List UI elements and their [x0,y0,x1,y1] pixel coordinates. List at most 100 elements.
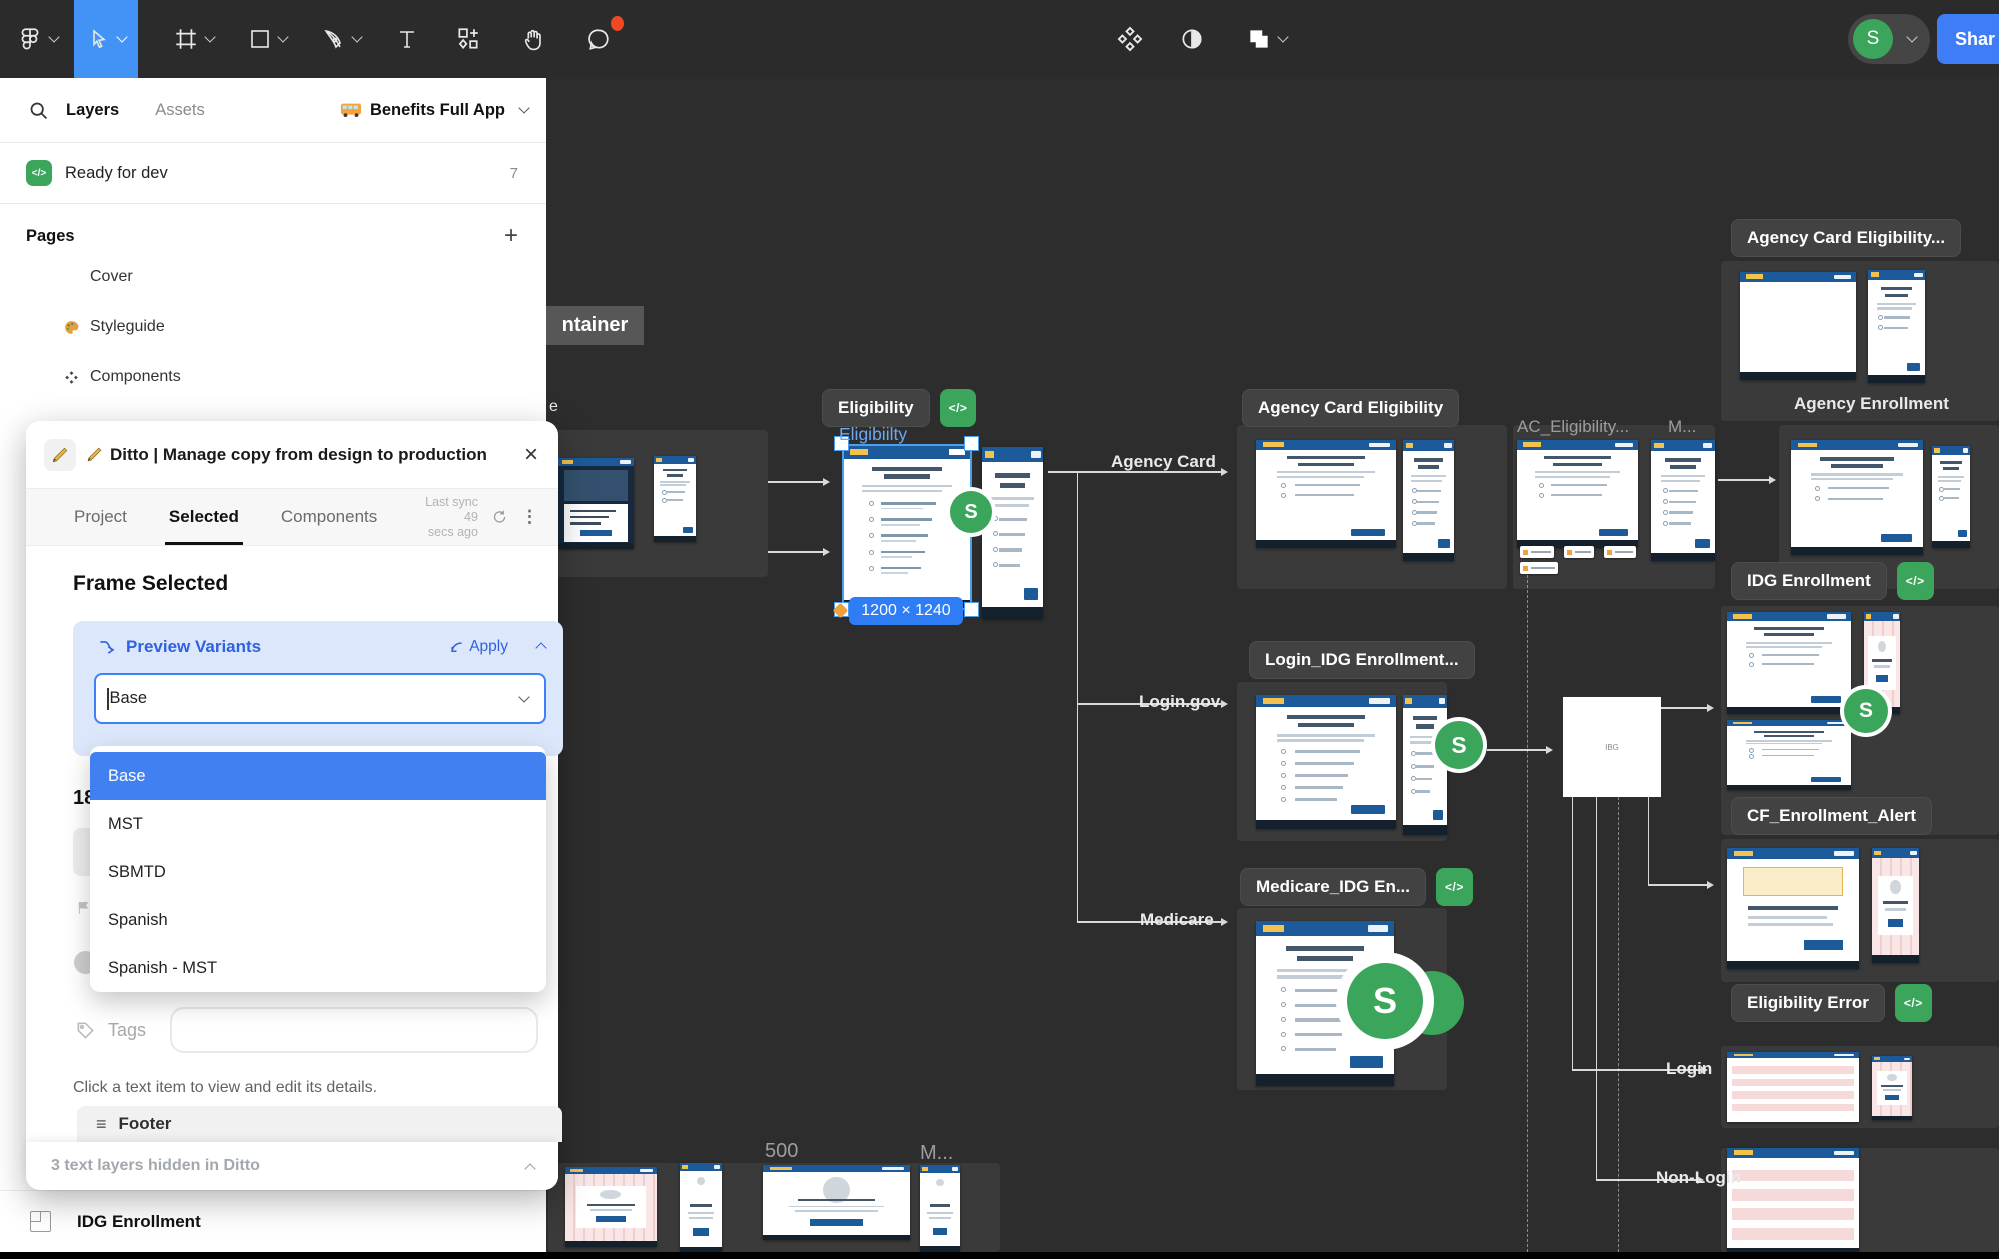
frame-label-tooltip[interactable]: Login_IDG Enrollment... [1249,641,1475,679]
dropdown-option-base[interactable]: Base [90,752,546,800]
frame-thumbnail-pinkv[interactable] [1872,1056,1912,1120]
tab-project[interactable]: Project [74,489,127,545]
mask-tool-button[interactable] [1164,0,1220,78]
frame-thumbnail-mobile[interactable] [1868,270,1925,383]
tab-assets[interactable]: Assets [155,101,205,120]
frame-thumbnail-error[interactable] [920,1165,960,1252]
comment-tool-button[interactable] [566,0,632,78]
frame-thumbnail-photo[interactable] [558,458,634,549]
figma-menu-button[interactable] [0,0,74,78]
text-tool-button[interactable] [378,0,436,78]
apply-button[interactable]: Apply [449,638,508,656]
tab-layers[interactable]: Layers [66,101,119,120]
tags-input[interactable] [170,1007,538,1053]
frame-tool-button[interactable] [156,0,230,78]
frame-thumbnail-radios[interactable] [1256,695,1396,829]
pen-tool-button[interactable] [304,0,378,78]
page-item-styleguide[interactable]: Styleguide [0,302,546,352]
project-name-menu[interactable]: Benefits Full App [340,101,528,120]
frame-thumbnail-error[interactable] [763,1165,910,1240]
page-item-components[interactable]: Components [0,352,546,402]
account-menu[interactable]: S [1848,14,1930,64]
canvas-label[interactable]: Agency Card [1111,452,1216,472]
frame-thumbnail-error[interactable] [680,1163,722,1253]
search-icon[interactable] [28,100,49,121]
selected-frame[interactable] [842,444,972,610]
component-tool-button[interactable] [1098,0,1162,78]
selection-handle[interactable] [964,602,979,617]
selected-frame-title[interactable]: Eligibiilty [839,424,907,445]
frame-thumbnail-desktop[interactable] [1727,720,1851,790]
actions-tool-button[interactable] [436,0,500,78]
close-icon[interactable]: × [524,443,538,467]
kebab-menu-icon[interactable]: ⋮ [521,507,538,527]
ready-for-dev-row[interactable]: </> Ready for dev 7 [0,143,546,204]
frame-label-tooltip[interactable]: Agency Card Eligibility [1242,389,1459,427]
dropdown-option-sbmtd[interactable]: SBMTD [90,848,546,896]
frame-thumbnail-pinkrow[interactable] [1727,1052,1859,1122]
frame-thumbnail-mobile[interactable] [1932,446,1970,548]
section-title-fragment[interactable]: ntainer [546,306,644,345]
shape-tool-button[interactable] [230,0,304,78]
dropdown-option-spanish[interactable]: Spanish [90,896,546,944]
move-tool-button[interactable] [74,0,138,78]
variant-input[interactable]: Base [94,673,546,724]
frame-thumbnail-mobile[interactable] [1403,440,1454,561]
canvas-label[interactable]: Non-Login [1656,1168,1741,1188]
frame-thumbnail-mobile[interactable] [654,456,696,542]
frame-thumbnail-pinkrow[interactable] [1727,1148,1859,1256]
frame-label-tooltip[interactable]: Agency Card Eligibility... [1731,219,1961,257]
arrowhead-icon [823,478,830,486]
tab-selected[interactable]: Selected [169,489,239,545]
layer-row-idg-enrollment[interactable]: IDG Enrollment [0,1190,546,1252]
hand-tool-button[interactable] [500,0,566,78]
notification-dot [611,16,624,31]
ready-for-dev-badge[interactable]: </> [1897,562,1934,600]
collaborator-avatar: S [1435,721,1483,769]
frame-thumbnail-alert[interactable] [1727,848,1859,969]
frame-label-tooltip[interactable]: Medicare_IDG En...</> [1240,868,1473,906]
refresh-icon[interactable] [492,508,507,526]
frame-thumbnail-empty[interactable] [1740,272,1856,380]
frame-label-tooltip[interactable]: Eligibility Error</> [1731,984,1932,1022]
frame-thumbnail-mobile[interactable] [1403,695,1447,835]
frame-thumbnail-mobile[interactable] [1651,440,1715,561]
canvas-label[interactable]: AC_Eligibility... [1517,417,1629,437]
ready-for-dev-badge[interactable]: </> [1436,868,1473,906]
ready-for-dev-badge[interactable]: </> [1895,984,1932,1022]
canvas-label[interactable]: Agency Enrollment [1794,394,1949,414]
canvas-label[interactable]: Login [1666,1059,1712,1079]
selection-handle[interactable] [964,436,979,451]
canvas-label[interactable]: Login.gov [1139,692,1220,712]
canvas-label[interactable]: M... [1668,417,1696,437]
tab-components[interactable]: Components [281,489,377,545]
page-item-cover[interactable]: Cover [0,252,546,302]
footer-text-group[interactable]: ≡ Footer [77,1106,562,1142]
boolean-tool-button[interactable] [1224,0,1308,78]
frame-label-tooltip[interactable]: IDG Enrollment</> [1731,562,1934,600]
frame-thumbnail-desktop[interactable] [1727,612,1851,714]
frame-thumbnail-desktop[interactable] [1256,440,1396,548]
frame-thumbnail-pinkv[interactable] [565,1167,657,1247]
frame-thumbnail-desktop[interactable] [1517,440,1638,548]
canvas-label[interactable]: M... [920,1142,953,1165]
add-page-button[interactable]: + [504,226,518,246]
frame-label-tooltip[interactable]: CF_Enrollment_Alert [1731,797,1932,835]
frame-thumbnail-desktop[interactable] [1791,440,1923,555]
flow-connector [1648,797,1649,885]
dropdown-option-spanish-mst[interactable]: Spanish - MST [90,944,546,992]
frame-thumbnail-pinkv[interactable] [1872,848,1919,963]
ready-for-dev-badge[interactable]: </> [940,389,977,427]
flow-connector [1618,797,1619,1252]
canvas-label[interactable]: Medicare [1140,910,1214,930]
flow-connector [1487,749,1547,751]
hidden-layers-bar[interactable]: 3 text layers hidden in Ditto [26,1142,558,1190]
frame-thumbnail-mobile[interactable] [982,447,1043,619]
frame-label-tooltip[interactable]: Eligibility</> [822,389,976,427]
dropdown-option-mst[interactable]: MST [90,800,546,848]
share-button[interactable]: Shar [1937,14,1999,64]
canvas-label[interactable]: 500 [765,1140,798,1163]
collapse-panel-button[interactable] [530,638,545,657]
empty-frame[interactable]: IBG [1563,697,1661,797]
chevron-down-icon[interactable] [518,691,529,702]
